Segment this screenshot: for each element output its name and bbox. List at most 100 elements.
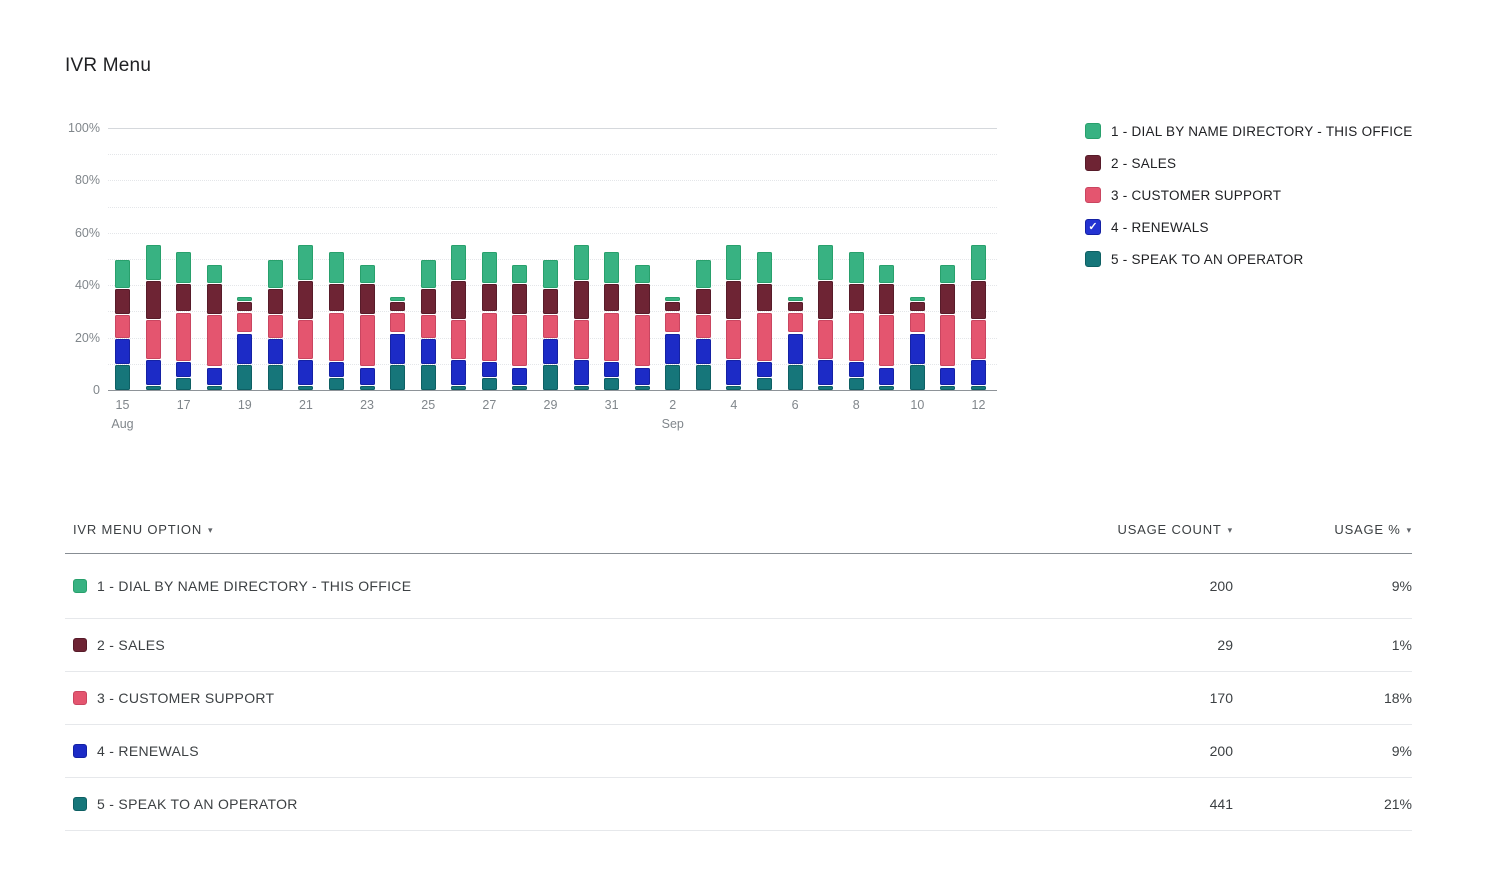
bar-segment[interactable]: [604, 284, 619, 312]
bar-segment[interactable]: [543, 339, 558, 364]
stacked-bar[interactable]: [176, 128, 191, 390]
bar-segment[interactable]: [574, 320, 589, 358]
bar-segment[interactable]: [665, 313, 680, 333]
bar-segment[interactable]: [910, 297, 925, 301]
bar-segment[interactable]: [512, 265, 527, 282]
bar-segment[interactable]: [726, 320, 741, 358]
renewals-checked-checkbox[interactable]: ✓: [1085, 219, 1101, 235]
bar-segment[interactable]: [971, 281, 986, 319]
bar-segment[interactable]: [482, 252, 497, 282]
column-header-usage-count[interactable]: USAGE COUNT▾: [1033, 522, 1233, 537]
stacked-bar[interactable]: [207, 128, 222, 390]
bar-segment[interactable]: [910, 302, 925, 311]
bar-segment[interactable]: [543, 260, 558, 288]
bar-segment[interactable]: [298, 386, 313, 390]
column-header-usage[interactable]: USAGE %▾: [1233, 522, 1412, 537]
bar-segment[interactable]: [665, 334, 680, 364]
stacked-bar[interactable]: [696, 128, 711, 390]
bar-segment[interactable]: [849, 284, 864, 312]
bar-segment[interactable]: [207, 315, 222, 366]
bar-segment[interactable]: [696, 289, 711, 314]
bar-segment[interactable]: [849, 378, 864, 390]
bar-segment[interactable]: [298, 360, 313, 385]
bar-segment[interactable]: [237, 365, 252, 390]
bar-segment[interactable]: [940, 386, 955, 390]
bar-segment[interactable]: [146, 245, 161, 280]
stacked-bar[interactable]: [268, 128, 283, 390]
bar-segment[interactable]: [329, 378, 344, 390]
bar-segment[interactable]: [665, 297, 680, 301]
bar-segment[interactable]: [665, 365, 680, 390]
stacked-bar[interactable]: [604, 128, 619, 390]
bar-segment[interactable]: [635, 315, 650, 366]
bar-segment[interactable]: [360, 386, 375, 390]
bar-segment[interactable]: [390, 302, 405, 311]
bar-segment[interactable]: [910, 334, 925, 364]
stacked-bar[interactable]: [635, 128, 650, 390]
bar-segment[interactable]: [788, 297, 803, 301]
stacked-bar[interactable]: [574, 128, 589, 390]
bar-segment[interactable]: [788, 334, 803, 364]
stacked-bar[interactable]: [818, 128, 833, 390]
bar-segment[interactable]: [940, 284, 955, 314]
stacked-bar[interactable]: [757, 128, 772, 390]
bar-segment[interactable]: [635, 265, 650, 282]
bar-segment[interactable]: [635, 368, 650, 385]
bar-segment[interactable]: [696, 365, 711, 390]
stacked-bar[interactable]: [421, 128, 436, 390]
bar-segment[interactable]: [788, 313, 803, 333]
bar-segment[interactable]: [176, 284, 191, 312]
bar-segment[interactable]: [818, 360, 833, 385]
bar-segment[interactable]: [298, 281, 313, 319]
bar-segment[interactable]: [696, 315, 711, 337]
stacked-bar[interactable]: [665, 128, 680, 390]
stacked-bar[interactable]: [543, 128, 558, 390]
bar-segment[interactable]: [512, 368, 527, 385]
bar-segment[interactable]: [268, 289, 283, 314]
stacked-bar[interactable]: [788, 128, 803, 390]
bar-segment[interactable]: [360, 284, 375, 314]
bar-segment[interactable]: [910, 313, 925, 333]
bar-segment[interactable]: [574, 281, 589, 319]
bar-segment[interactable]: [237, 297, 252, 301]
bar-segment[interactable]: [451, 245, 466, 280]
bar-segment[interactable]: [268, 260, 283, 288]
bar-segment[interactable]: [574, 386, 589, 390]
bar-segment[interactable]: [482, 284, 497, 312]
bar-segment[interactable]: [360, 265, 375, 282]
bar-segment[interactable]: [849, 252, 864, 282]
bar-segment[interactable]: [207, 284, 222, 314]
bar-segment[interactable]: [421, 339, 436, 364]
bar-segment[interactable]: [329, 284, 344, 312]
bar-segment[interactable]: [818, 320, 833, 358]
bar-segment[interactable]: [849, 362, 864, 377]
bar-segment[interactable]: [451, 360, 466, 385]
bar-segment[interactable]: [421, 365, 436, 390]
bar-segment[interactable]: [940, 368, 955, 385]
stacked-bar[interactable]: [390, 128, 405, 390]
bar-segment[interactable]: [207, 368, 222, 385]
bar-segment[interactable]: [849, 313, 864, 362]
bar-segment[interactable]: [971, 245, 986, 280]
bar-segment[interactable]: [421, 260, 436, 288]
bar-segment[interactable]: [788, 365, 803, 390]
bar-segment[interactable]: [268, 365, 283, 390]
bar-segment[interactable]: [879, 315, 894, 366]
bar-segment[interactable]: [574, 360, 589, 385]
bar-segment[interactable]: [115, 365, 130, 390]
bar-segment[interactable]: [696, 260, 711, 288]
bar-segment[interactable]: [115, 339, 130, 364]
stacked-bar[interactable]: [451, 128, 466, 390]
legend-item[interactable]: 3 - CUSTOMER SUPPORT: [1085, 179, 1413, 211]
bar-segment[interactable]: [818, 386, 833, 390]
bar-segment[interactable]: [451, 320, 466, 358]
bar-segment[interactable]: [788, 302, 803, 311]
bar-segment[interactable]: [604, 313, 619, 362]
bar-segment[interactable]: [818, 281, 833, 319]
bar-segment[interactable]: [146, 386, 161, 390]
bar-segment[interactable]: [207, 265, 222, 282]
stacked-bar[interactable]: [329, 128, 344, 390]
bar-segment[interactable]: [176, 252, 191, 282]
bar-segment[interactable]: [665, 302, 680, 311]
bar-segment[interactable]: [696, 339, 711, 364]
